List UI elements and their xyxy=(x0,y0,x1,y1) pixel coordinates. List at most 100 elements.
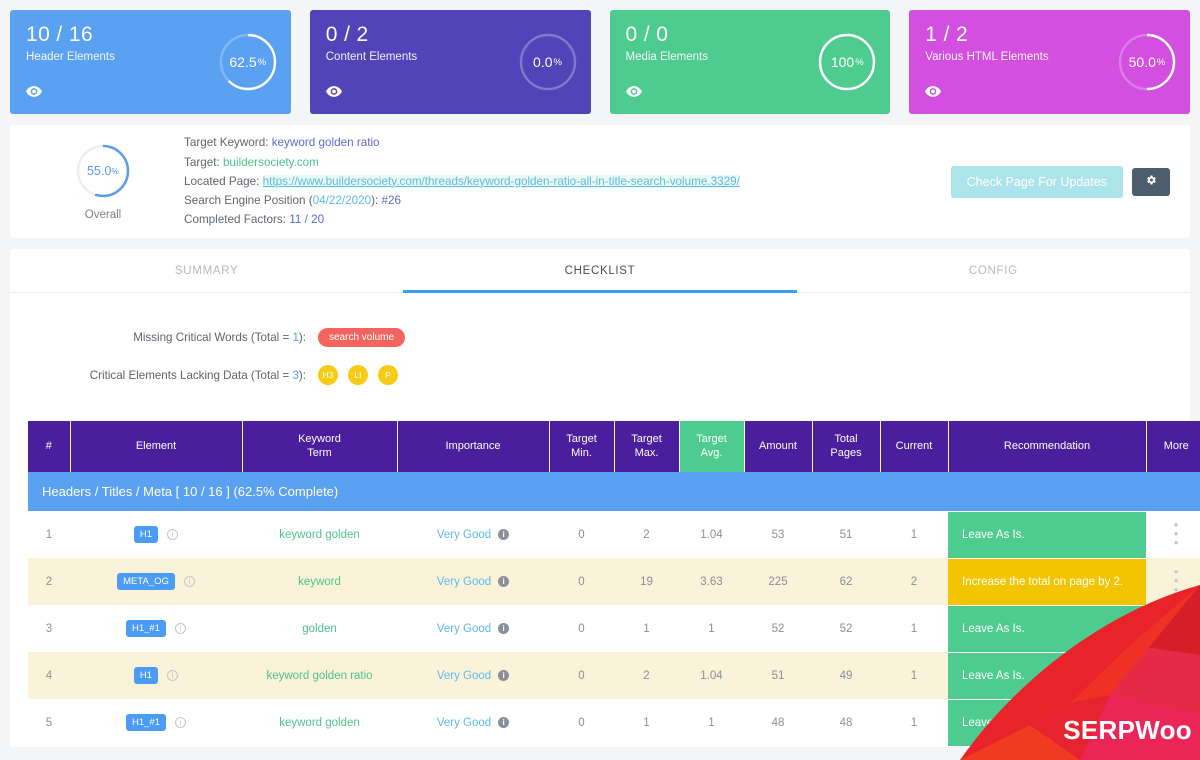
col-header-element[interactable]: Element xyxy=(70,421,243,472)
more-options-icon[interactable]: • • • xyxy=(1174,658,1179,689)
stat-card-percent: 100% xyxy=(830,54,864,70)
critical-elements-lacking-data-list: H3 LI P xyxy=(318,365,398,385)
meta-sep-label: Search Engine Position ( xyxy=(184,194,313,208)
col-header-current[interactable]: Current xyxy=(880,421,949,472)
overall-label: Overall xyxy=(84,209,122,221)
info-icon[interactable]: i xyxy=(167,529,179,541)
stat-card-percent-unit: % xyxy=(1156,56,1166,68)
tab-config[interactable]: CONFIG xyxy=(797,249,1190,292)
meta-search-engine-position: Search Engine Position (04/22/2020): #26 xyxy=(184,191,951,210)
meta-sep-value: #26 xyxy=(381,194,402,208)
info-icon[interactable]: i xyxy=(498,529,510,541)
eye-icon[interactable] xyxy=(925,86,942,102)
table-row[interactable]: 2 META_OG i keyword Very Good i 0 19 3.63 225 62 2 I… xyxy=(28,557,1200,606)
col-header-target-min[interactable]: Target Min. xyxy=(549,421,615,472)
cell-target-avg: 1 xyxy=(679,605,744,653)
eye-icon[interactable] xyxy=(625,86,642,102)
col-header-importance[interactable]: Importance xyxy=(397,421,550,472)
cell-recommendation: Leave As Is. xyxy=(948,604,1146,653)
more-options-icon[interactable]: • • • xyxy=(1174,705,1179,736)
info-icon[interactable]: i xyxy=(498,576,510,588)
tab-summary[interactable]: SUMMARY xyxy=(10,249,403,292)
cell-total-pages: 51 xyxy=(812,511,880,559)
checklist-table-body: Headers / Titles / Meta [ 10 / 16 ] (62.… xyxy=(28,471,1200,747)
info-icon[interactable]: i xyxy=(498,670,510,682)
cell-more: • • • xyxy=(1146,511,1200,559)
overall-percent: 55.0% xyxy=(87,164,119,178)
critical-summary: Missing Critical Words (Total = 1): sear… xyxy=(10,293,1190,407)
col-header-target-avg[interactable]: Target Avg. xyxy=(679,421,745,472)
missing-critical-words-list: search volume xyxy=(318,327,406,347)
cell-importance: Very Good i xyxy=(397,558,549,606)
stat-card-donut: 0.0% xyxy=(517,31,579,93)
col-header-target-max[interactable]: Target Max. xyxy=(614,421,680,472)
meta-target-keyword: Target Keyword: keyword golden ratio xyxy=(184,133,951,152)
info-icon[interactable]: i xyxy=(183,576,195,588)
cell-amount: 48 xyxy=(744,699,812,747)
cell-importance: Very Good i xyxy=(397,605,549,653)
stat-card-donut: 50.0% xyxy=(1116,31,1178,93)
cell-total-pages: 48 xyxy=(812,699,880,747)
stat-card-percent-unit: % xyxy=(257,56,267,68)
info-icon[interactable]: i xyxy=(498,717,510,729)
stat-card-percent: 50.0% xyxy=(1128,54,1166,70)
table-row[interactable]: 3 H1_#1 i golden Very Good i 0 1 1 52 52 1 Leave As … xyxy=(28,604,1200,653)
more-options-icon[interactable]: • • • xyxy=(1174,611,1179,642)
element-tag-badge[interactable]: H1 xyxy=(133,526,159,544)
cell-recommendation: Leave As Is. xyxy=(948,651,1146,700)
info-icon[interactable]: i xyxy=(498,623,510,635)
element-tag-badge[interactable]: META_OG xyxy=(117,573,175,591)
lacking-data-pill[interactable]: P xyxy=(378,365,398,385)
lacking-data-pill[interactable]: H3 xyxy=(318,365,338,385)
checklist-header-row: # Element Keyword Term Importance Target Min. T… xyxy=(28,421,1200,472)
col-header-amount[interactable]: Amount xyxy=(744,421,813,472)
page-info-panel: 55.0% Overall Target Keyword: keyword go… xyxy=(10,125,1190,238)
table-section-header[interactable]: Headers / Titles / Meta [ 10 / 16 ] (62.… xyxy=(28,471,1200,512)
element-tag-badge[interactable]: H1_#1 xyxy=(126,620,166,638)
element-tag-badge[interactable]: H1 xyxy=(133,667,159,685)
meta-sep-date: 04/22/2020 xyxy=(312,194,372,208)
missing-words-label-post: ): xyxy=(298,330,306,344)
stat-card-percent: 62.5% xyxy=(229,54,267,70)
tab-checklist[interactable]: CHECKLIST xyxy=(403,249,797,293)
cell-target-min: 0 xyxy=(549,511,614,559)
cell-target-max: 19 xyxy=(614,558,679,606)
cell-target-avg: 1 xyxy=(679,699,744,747)
eye-icon[interactable] xyxy=(26,86,42,102)
stat-card-donut: 100% xyxy=(816,31,878,93)
meta-completed-label: Completed Factors: xyxy=(184,213,286,227)
cell-keyword-term: golden xyxy=(242,605,397,653)
col-header-more[interactable]: More xyxy=(1146,421,1200,472)
table-section-title: Headers / Titles / Meta [ 10 / 16 ] (62.… xyxy=(28,471,1200,512)
lacking-data-pill[interactable]: LI xyxy=(348,365,368,385)
table-row[interactable]: 5 H1_#1 i keyword golden Very Good i 0 1 1 48 48 1 L… xyxy=(28,698,1200,747)
checklist-table-head: # Element Keyword Term Importance Target Min. T… xyxy=(28,421,1200,472)
table-row[interactable]: 1 H1 i keyword golden Very Good i 0 2 1.04 53 51 1 L… xyxy=(28,510,1200,559)
info-icon[interactable]: i xyxy=(175,623,186,635)
missing-word-pill[interactable]: search volume xyxy=(318,327,406,347)
cell-current: 1 xyxy=(880,605,948,653)
stat-card-donut: 62.5% xyxy=(217,31,279,93)
col-header-recommendation[interactable]: Recommendation xyxy=(948,421,1147,472)
more-options-icon[interactable]: • • • xyxy=(1174,564,1179,595)
located-page-link[interactable]: https://www.buildersociety.com/threads/k… xyxy=(262,174,740,188)
cell-target-min: 0 xyxy=(549,605,614,653)
cell-amount: 53 xyxy=(744,511,812,559)
col-header-keyword-term[interactable]: Keyword Term xyxy=(242,421,398,472)
check-page-for-updates-button[interactable]: Check Page For Updates xyxy=(950,165,1123,198)
more-options-icon[interactable]: • • • xyxy=(1174,517,1179,548)
overall-donut: 55.0% xyxy=(74,142,132,200)
cell-current: 1 xyxy=(880,699,948,747)
info-icon[interactable]: i xyxy=(167,670,179,682)
table-row[interactable]: 4 H1 i keyword golden ratio Very Good i 0 2 1.04… xyxy=(28,651,1200,700)
col-header-[interactable]: # xyxy=(28,421,71,472)
info-panel-actions: Check Page For Updates xyxy=(950,165,1172,198)
col-header-total-pages[interactable]: Total Pages xyxy=(812,421,881,472)
eye-icon[interactable] xyxy=(325,86,342,102)
element-tag-badge[interactable]: H1_#1 xyxy=(126,714,166,732)
missing-critical-words-row: Missing Critical Words (Total = 1): sear… xyxy=(10,321,1190,353)
settings-button[interactable] xyxy=(1132,167,1170,196)
cell-target-max: 1 xyxy=(614,699,679,747)
info-icon[interactable]: i xyxy=(175,717,186,729)
cell-num: 2 xyxy=(28,558,70,606)
